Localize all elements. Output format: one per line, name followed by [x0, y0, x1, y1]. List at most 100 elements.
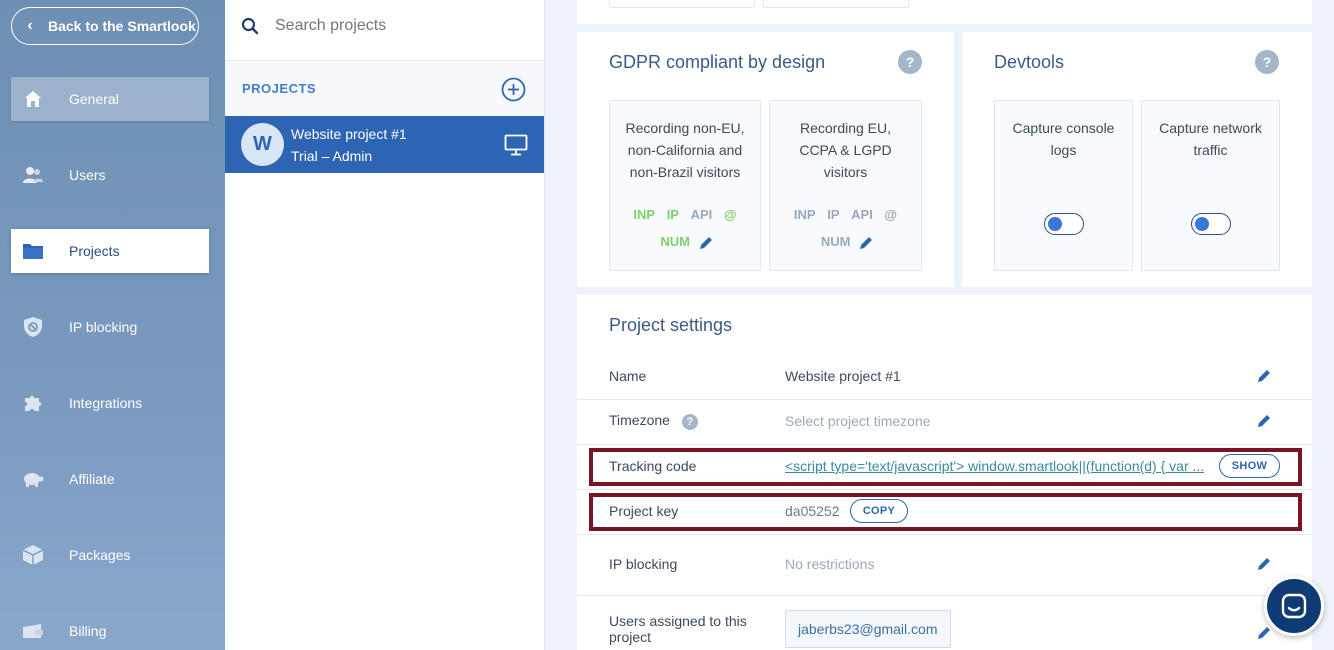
users-assigned-label: Users assigned to this project	[609, 613, 747, 645]
option-text-line: Capture console	[1012, 120, 1115, 136]
divider	[577, 489, 1312, 490]
desktop-monitor-icon	[504, 134, 528, 156]
projects-header-title: PROJECTS	[242, 81, 317, 96]
previous-card-bottom	[577, 0, 1312, 24]
devtools-card: Devtools ? Capture console logs Capture …	[962, 32, 1312, 287]
tracking-code-value[interactable]: <script type='text/javascript'> window.s…	[785, 458, 1205, 474]
shield-block-icon	[11, 305, 55, 349]
sidebar-item-projects[interactable]: Projects	[11, 229, 209, 273]
gdpr-option-non-eu[interactable]: Recording non-EU, non-California and non…	[609, 100, 761, 271]
settings-row-users: Users assigned to this project jaberbs23@…	[577, 607, 1312, 650]
projects-panel: PROJECTS W Website project #1 Trial – Ad…	[225, 0, 545, 650]
option-text-line: Capture network	[1159, 120, 1262, 136]
sidebar-item-integrations[interactable]: Integrations	[11, 381, 209, 425]
tag-inp: INP	[633, 207, 656, 222]
settings-row-ip-blocking: IP blocking No restrictions	[577, 547, 1312, 581]
project-key-label: Project key	[609, 503, 679, 519]
sidebar-item-users[interactable]: Users	[11, 153, 209, 197]
project-settings-card: Project settings Name Website project #1…	[577, 295, 1312, 650]
tag-at: @	[884, 207, 898, 222]
back-button-label: Back to the Smartlook	[48, 18, 196, 34]
wallet-icon	[11, 609, 55, 650]
sidebar-item-packages[interactable]: Packages	[11, 533, 209, 577]
chevron-left-icon: ‹	[27, 17, 33, 34]
sidebar-item-label: Projects	[69, 243, 120, 259]
toggle-knob	[1194, 216, 1209, 231]
project-search	[225, 0, 544, 52]
help-icon[interactable]: ?	[1255, 50, 1279, 74]
puzzle-icon	[11, 381, 55, 425]
settings-row-project-key: Project key da05252 COPY	[577, 494, 1312, 528]
chat-icon	[1281, 593, 1307, 619]
timezone-value[interactable]: Select project timezone	[785, 413, 931, 429]
project-settings-title: Project settings	[609, 315, 733, 335]
settings-row-name: Name Website project #1	[577, 359, 1312, 393]
settings-row-tracking-code: Tracking code <script type='text/javascr…	[577, 449, 1312, 483]
option-text-line: visitors	[823, 164, 868, 180]
option-text-line: non-California and	[627, 142, 743, 158]
project-list-item[interactable]: W Website project #1 Trial – Admin	[225, 116, 544, 173]
tag-api: API	[851, 207, 873, 222]
devtools-option-network: Capture network traffic	[1141, 100, 1280, 271]
help-icon[interactable]: ?	[681, 413, 698, 430]
devtools-title: Devtools	[994, 52, 1065, 72]
projects-header: PROJECTS	[225, 60, 544, 116]
settings-row-timezone: Timezone ? Select project timezone	[577, 404, 1312, 438]
card-stub	[609, 0, 755, 8]
assigned-user-chip[interactable]: jaberbs23@gmail.com	[785, 610, 951, 648]
gdpr-title: GDPR compliant by design	[609, 52, 826, 72]
sidebar-item-label: Billing	[69, 623, 107, 639]
pencil-icon[interactable]	[858, 235, 874, 251]
main-sidebar: ‹ Back to the Smartlook General Users Pr…	[0, 0, 225, 650]
gdpr-option-eu[interactable]: Recording EU, CCPA & LGPD visitors INP I…	[769, 100, 922, 271]
masking-tags: INP IP API @ NUM	[770, 201, 921, 255]
tag-api: API	[690, 207, 713, 222]
sidebar-item-label: Affiliate	[69, 471, 115, 487]
console-logs-toggle[interactable]	[1043, 213, 1084, 235]
timezone-label: Timezone ?	[609, 412, 698, 430]
option-text-line: Recording non-EU,	[625, 120, 745, 136]
devtools-option-console: Capture console logs	[994, 100, 1133, 271]
search-input[interactable]	[275, 17, 525, 35]
pencil-icon[interactable]	[1256, 625, 1272, 641]
sidebar-item-label: Integrations	[69, 395, 143, 411]
divider	[577, 444, 1312, 445]
ip-blocking-label: IP blocking	[609, 556, 678, 572]
tracking-code-label: Tracking code	[609, 458, 697, 474]
pencil-icon[interactable]	[1256, 413, 1272, 429]
divider	[577, 399, 1312, 400]
main-content: GDPR compliant by design ? Recording non…	[545, 0, 1334, 650]
pencil-icon[interactable]	[1256, 368, 1272, 384]
users-icon	[11, 153, 55, 197]
copy-button[interactable]: COPY	[850, 499, 908, 523]
show-button[interactable]: SHOW	[1219, 454, 1280, 478]
sidebar-item-general[interactable]: General	[11, 77, 209, 121]
project-key-value: da05252	[785, 503, 840, 519]
tag-at: @	[723, 207, 737, 222]
card-stub	[763, 0, 909, 8]
pencil-icon[interactable]	[1256, 556, 1272, 572]
folder-icon	[11, 229, 55, 273]
home-icon	[11, 77, 55, 121]
divider	[577, 534, 1312, 535]
masking-tags: INP IP API @ NUM	[610, 201, 760, 255]
chat-support-button[interactable]	[1264, 576, 1324, 636]
help-icon[interactable]: ?	[898, 50, 922, 74]
option-text-line: traffic	[1193, 142, 1228, 158]
ip-blocking-value: No restrictions	[785, 556, 875, 572]
tag-num: NUM	[820, 234, 851, 249]
sidebar-item-label: Packages	[69, 547, 131, 563]
turtle-icon	[11, 457, 55, 501]
divider	[577, 595, 1312, 596]
sidebar-item-label: IP blocking	[69, 319, 138, 335]
network-traffic-toggle[interactable]	[1190, 213, 1231, 235]
sidebar-item-billing[interactable]: Billing	[11, 609, 209, 650]
sidebar-item-ip-blocking[interactable]: IP blocking	[11, 305, 209, 349]
add-project-icon[interactable]	[501, 77, 526, 102]
name-value: Website project #1	[785, 368, 901, 384]
pencil-icon[interactable]	[698, 235, 714, 251]
toggle-knob	[1047, 216, 1062, 231]
back-to-smartlook-button[interactable]: ‹ Back to the Smartlook	[11, 7, 199, 45]
project-name: Website project #1	[291, 125, 407, 142]
sidebar-item-affiliate[interactable]: Affiliate	[11, 457, 209, 501]
